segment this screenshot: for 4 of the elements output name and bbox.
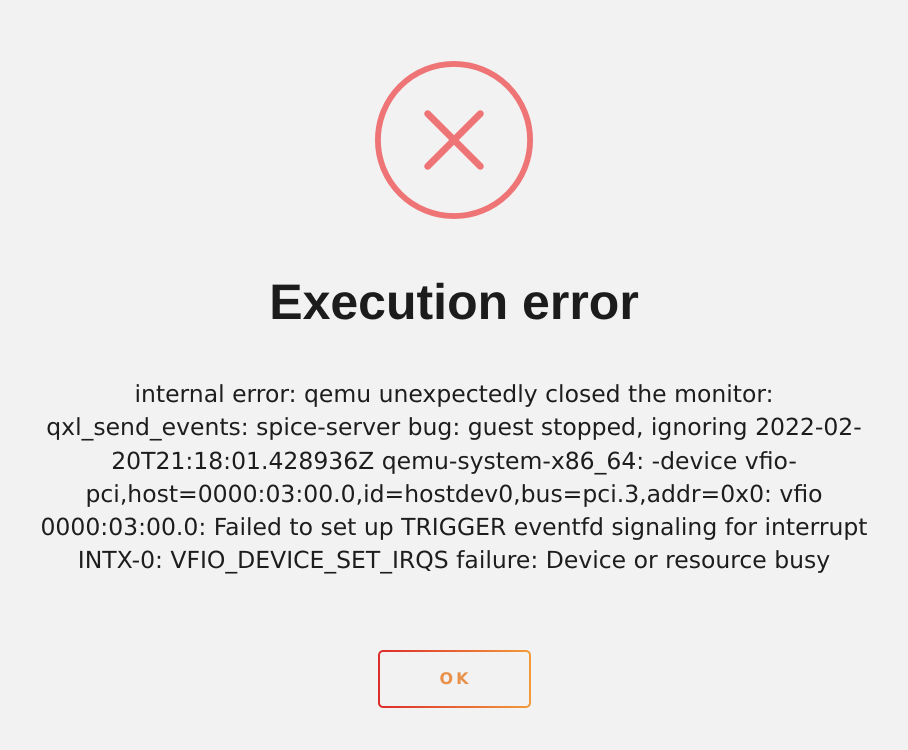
error-x-icon [374, 60, 534, 220]
dialog-title: Execution error [269, 273, 639, 332]
error-message: internal error: qemu unexpectedly closed the monitor: qxl_send_events: spice-server bug: guest stopped, ignoring 2022-02-20T21:18:01.428936Z qemu-system-x86_64: -device vfio-pci,host=0000:03:00.0,id=hostdev0,bus=pci.3,addr=0x0: vfio 0000:03:00.0: Failed to set up TRIGGER eventfd signaling for interrupt INTX-0: VFIO_DEVICE_SET_IRQS failure: Device or resource busy [40, 379, 868, 576]
ok-button[interactable]: OK [378, 650, 530, 708]
